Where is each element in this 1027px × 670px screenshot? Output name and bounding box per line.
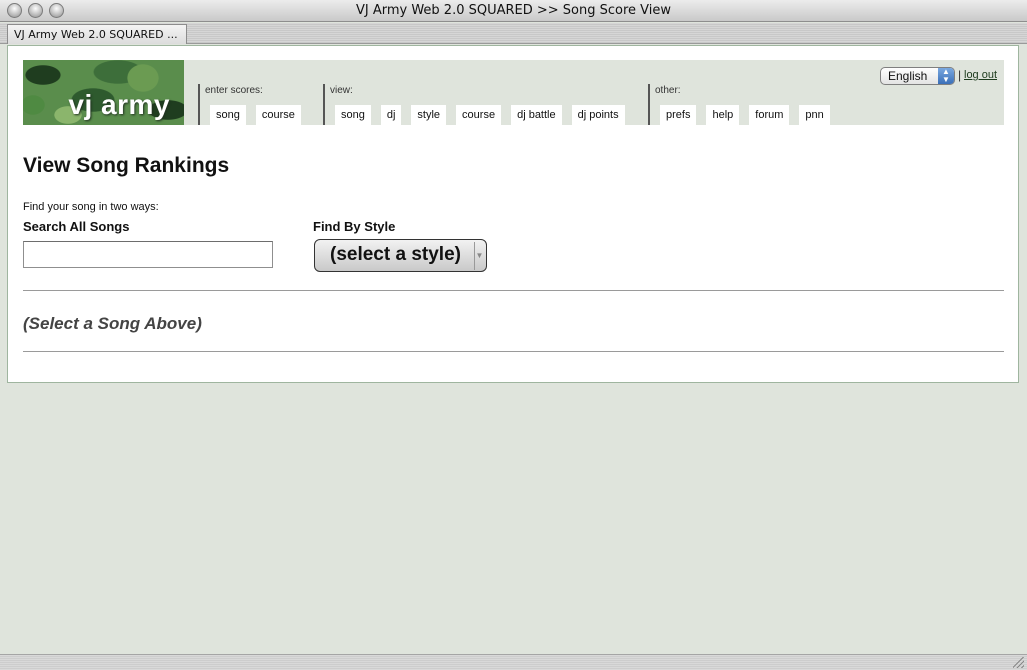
- nav-group-label: view:: [330, 85, 353, 96]
- nav-group-view: view: song dj style course dj battle dj …: [323, 84, 648, 125]
- nav-tab-pnn[interactable]: pnn: [799, 105, 830, 125]
- resize-grip-icon[interactable]: [1013, 657, 1024, 668]
- divider: [23, 290, 1004, 291]
- chevron-down-icon: ▼: [474, 242, 484, 270]
- window-title-bar: VJ Army Web 2.0 SQUARED >> Song Score Vi…: [0, 0, 1027, 22]
- nav-tab-view-course[interactable]: course: [456, 105, 502, 125]
- nav-tab-help[interactable]: help: [706, 105, 740, 125]
- language-select[interactable]: English ▲ ▼: [880, 67, 955, 85]
- nav-tab-enter-course[interactable]: course: [255, 105, 301, 125]
- intro-text: Find your song in two ways:: [23, 201, 159, 213]
- search-label: Search All Songs: [23, 219, 130, 234]
- logo-text: vj army: [68, 89, 170, 120]
- logout-link[interactable]: log out: [964, 69, 997, 81]
- song-search-input[interactable]: [23, 241, 273, 268]
- nav-group-enter-scores: enter scores: song course: [198, 84, 323, 125]
- divider: [23, 351, 1004, 352]
- nav-tab-view-dj-battle[interactable]: dj battle: [511, 105, 562, 125]
- page-content: vj army enter scores: song course view: …: [7, 45, 1019, 383]
- nav-group-label: enter scores:: [205, 85, 263, 96]
- nav-tab-view-dj-points[interactable]: dj points: [571, 105, 625, 125]
- browser-tab[interactable]: VJ Army Web 2.0 SQUARED ...: [7, 24, 187, 44]
- nav-tab-prefs[interactable]: prefs: [660, 105, 697, 125]
- nav-tab-enter-song[interactable]: song: [210, 105, 246, 125]
- style-select-value: (select a style): [330, 244, 461, 265]
- select-song-prompt: (Select a Song Above): [23, 314, 202, 333]
- site-header: vj army enter scores: song course view: …: [23, 60, 1004, 125]
- page-title: View Song Rankings: [23, 154, 230, 177]
- style-label: Find By Style: [313, 219, 396, 234]
- nav-group-other: other: prefs help forum pnn: [648, 84, 848, 125]
- header-separator: |: [958, 68, 962, 82]
- nav-tab-view-dj[interactable]: dj: [380, 105, 402, 125]
- nav-tab-view-style[interactable]: style: [411, 105, 447, 125]
- style-select[interactable]: (select a style) ▼: [314, 239, 487, 272]
- nav-tab-view-song[interactable]: song: [335, 105, 371, 125]
- window-title: VJ Army Web 2.0 SQUARED >> Song Score Vi…: [355, 3, 672, 18]
- language-select-value: English: [888, 69, 928, 83]
- browser-tab-strip: VJ Army Web 2.0 SQUARED ...: [0, 23, 1027, 44]
- updown-arrows-icon: ▲ ▼: [938, 68, 954, 84]
- status-bar: [0, 654, 1027, 670]
- nav-tab-forum[interactable]: forum: [749, 105, 790, 125]
- vj-army-logo[interactable]: vj army: [23, 60, 184, 125]
- nav-group-label: other:: [655, 85, 681, 96]
